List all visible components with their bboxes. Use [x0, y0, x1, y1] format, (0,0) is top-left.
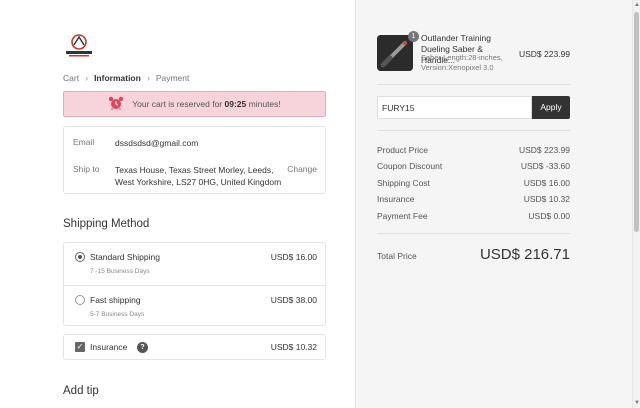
summary-row-shipping-cost: Shipping Cost USD$ 16.00 [377, 178, 570, 188]
alarm-clock-icon [108, 96, 124, 112]
timer-text: Your cart is reserved for 09:25 minutes! [132, 99, 281, 109]
summary-row-payment-fee: Payment Fee USD$ 0.00 [377, 211, 570, 221]
divider [377, 84, 570, 85]
cart-reservation-banner: Your cart is reserved for 09:25 minutes! [63, 91, 326, 117]
checkout-form-panel: Cart › Information › Payment Your cart i… [0, 0, 355, 408]
order-summary-panel: 1 Outlander Training Dueling Saber & Han… [355, 0, 632, 408]
shipping-option-eta: 5-7 Business Days [90, 311, 145, 318]
summary-row-insurance: Insurance USD$ 10.32 [377, 194, 570, 204]
shipping-option-standard[interactable]: Standard Shipping 7 -15 Business Days US… [64, 243, 325, 285]
timer-countdown: 09:25 [224, 99, 247, 109]
apply-coupon-button[interactable]: Apply [532, 96, 570, 119]
total-price-value: USD$ 216.71 [479, 246, 570, 263]
insurance-price: USD$ 10.32 [270, 342, 317, 352]
insurance-option[interactable]: ✓ Insurance ? USD$ 10.32 [63, 334, 326, 360]
email-value: dssdsdsd@gmail.com [115, 138, 199, 148]
ship-to-address: Texas House, Texas Street Morley, Leeds,… [115, 165, 282, 187]
add-tip-heading: Add tip [63, 385, 99, 397]
summary-row-coupon-discount: Coupon Discount USD$ -33.60 [377, 161, 570, 171]
breadcrumb: Cart › Information › Payment [63, 73, 189, 83]
divider [377, 233, 570, 234]
scroll-down-arrow-icon[interactable]: ▼ [634, 399, 640, 407]
shipping-option-price: USD$ 38.00 [270, 295, 317, 305]
help-icon[interactable]: ? [137, 342, 148, 353]
shipping-option-name: Standard Shipping [90, 252, 160, 262]
coupon-input[interactable]: FURY15 [377, 96, 532, 119]
shipping-option-fast[interactable]: Fast shipping 5-7 Business Days USD$ 38.… [64, 285, 325, 327]
scrollbar-thumb[interactable] [634, 12, 639, 232]
shipping-option-eta: 7 -15 Business Days [90, 268, 150, 275]
change-address-link[interactable]: Change [287, 164, 317, 174]
breadcrumb-payment: Payment [155, 73, 190, 83]
quantity-badge: 1 [408, 31, 419, 42]
scroll-up-arrow-icon[interactable]: ▲ [634, 1, 640, 9]
breadcrumb-cart[interactable]: Cart [63, 73, 79, 83]
shipping-option-name: Fast shipping [90, 295, 141, 305]
product-thumbnail [377, 35, 413, 71]
chevron-right-icon: › [146, 73, 150, 83]
email-label: Email [73, 137, 95, 147]
insurance-label: Insurance [90, 342, 128, 352]
product-price: USD$ 223.99 [518, 49, 570, 59]
shipping-method-heading: Shipping Method [63, 218, 150, 230]
insurance-checkbox[interactable]: ✓ [75, 342, 85, 352]
chevron-right-icon: › [85, 73, 89, 83]
shipping-options: Standard Shipping 7 -15 Business Days US… [63, 242, 326, 326]
divider [377, 130, 570, 131]
shipping-option-price: USD$ 16.00 [270, 252, 317, 262]
product-variant: Saber Length:28-inches, Version:Xenopixe… [421, 53, 503, 72]
total-price-label: Total Price [377, 251, 417, 261]
radio-selected[interactable] [75, 252, 85, 262]
contact-summary: Email dssdsdsd@gmail.com Ship to Texas H… [63, 126, 326, 194]
ship-to-label: Ship to [73, 164, 100, 174]
summary-row-product-price: Product Price USD$ 223.99 [377, 145, 570, 155]
page-scrollbar[interactable]: ▲ ▼ [632, 0, 640, 408]
radio-unselected[interactable] [75, 295, 85, 305]
store-logo[interactable] [64, 32, 94, 58]
breadcrumb-information: Information [94, 73, 141, 83]
